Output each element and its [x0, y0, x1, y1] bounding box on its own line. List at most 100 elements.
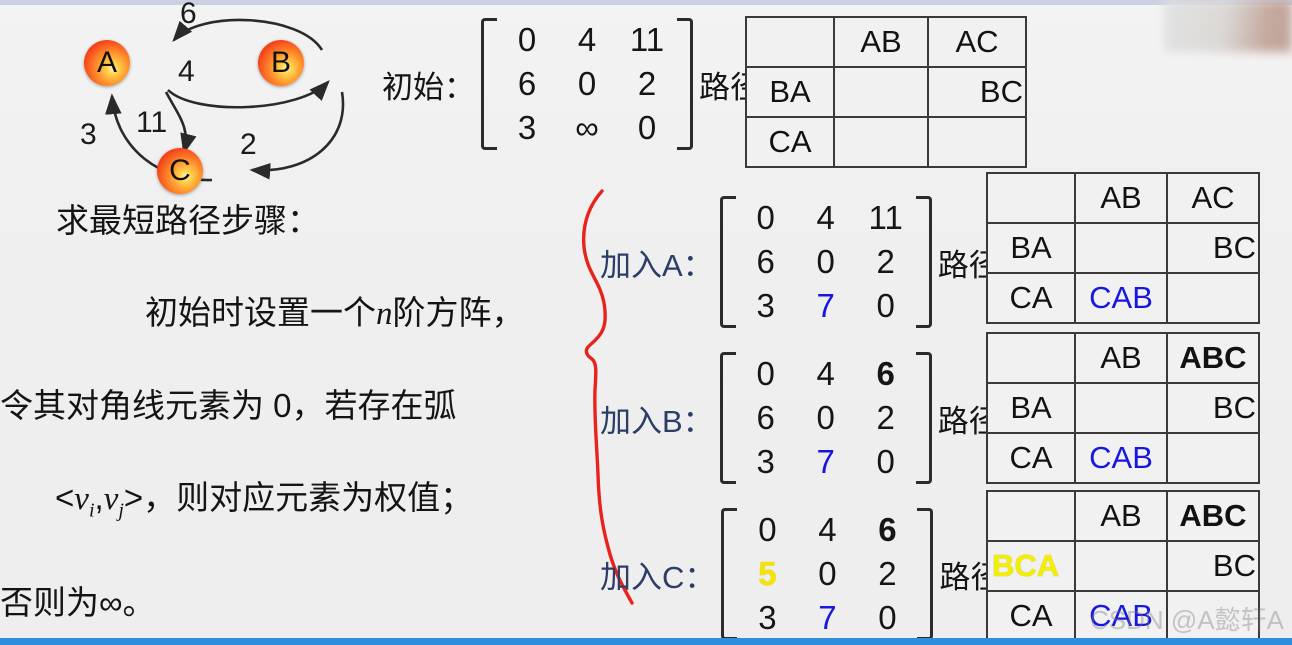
matrix-add-b-grid: 0 4 6 6 0 2 3 7 0 [736, 352, 916, 484]
graph-node-c-label: C [169, 154, 191, 187]
table-corner-cell [986, 490, 1076, 542]
step-row-initial: 初始： 0 4 11 6 0 2 3 ∞ 0 路径： [382, 18, 792, 150]
table-header-ac: AC [927, 16, 1027, 68]
prose-var-n: n [376, 296, 393, 332]
step-row-add-b: 加入B： 0 4 6 6 0 2 3 7 0 路径： [600, 352, 1031, 484]
table-row: CA CAB [986, 432, 1260, 484]
prose-p1-l1-a: 初始时设置一个 [145, 294, 377, 331]
matrix-cell: 3 [756, 443, 775, 480]
slide-canvas: A B C 6 4 11 3 2 求最短路径步骤： 初始时设置一个n阶方阵， 令… [0, 0, 1292, 645]
table-row: AB AC [745, 16, 1027, 68]
table-cell [927, 116, 1027, 168]
matrix-cell: 2 [876, 243, 895, 280]
table-header-ab: AB [833, 16, 929, 68]
matrix-add-b: 0 4 6 6 0 2 3 7 0 [719, 352, 932, 484]
step-label-initial: 初始： [382, 69, 475, 105]
table-row-header-ca: CA [986, 590, 1076, 642]
explanation-text: 求最短路径步骤： 初始时设置一个n阶方阵， 令其对角线元素为 0，若存在弧 <v… [0, 198, 600, 645]
matrix-cell: 0 [637, 109, 657, 146]
matrix-cell: 11 [629, 21, 665, 58]
matrix-cell: 6 [517, 65, 537, 102]
table-row-header-ba: BA [986, 382, 1076, 434]
bracket-right [917, 508, 934, 640]
prose-p1-l3-post: >，则对应元素为权值； [123, 479, 474, 516]
bottom-progress-bar [0, 638, 1292, 645]
matrix-cell: 3 [758, 599, 777, 636]
prose-angle-open: < [55, 479, 75, 516]
directed-graph: A B C 6 4 11 3 2 [60, 0, 360, 215]
prose-p1-l2: 令其对角线元素为 0，若存在弧 [0, 387, 457, 424]
table-cell-bc: BC [927, 66, 1027, 118]
step-row-add-c: 加入C： 0 4 6 5 0 2 3 7 0 路径： [600, 508, 1032, 640]
matrix-cell: 0 [878, 599, 897, 636]
table-cell [1166, 432, 1260, 484]
table-row-header-ca: CA [986, 272, 1076, 324]
matrix-cell: 3 [517, 109, 537, 146]
matrix-cell: 0 [758, 511, 777, 548]
table-row: BA BC [986, 382, 1260, 434]
matrix-cell: 4 [816, 355, 835, 392]
table-cell [833, 66, 929, 118]
graph-edges [105, 18, 345, 182]
matrix-cell: 0 [816, 243, 835, 280]
path-table-add-a: AB AC BA BC CA CAB [986, 172, 1260, 324]
prose-var-vj: v [103, 481, 119, 517]
table-cell-cab: CAB [1074, 272, 1168, 324]
table-row: BA BC [986, 222, 1260, 274]
table-cell-bc: BC [1166, 382, 1260, 434]
matrix-cell: 0 [818, 555, 837, 592]
graph-node-b-label: B [270, 46, 291, 79]
table-row-header-ca: CA [986, 432, 1076, 484]
table-cell-bc: BC [1166, 222, 1260, 274]
table-header-ab: AB [1074, 332, 1168, 384]
graph-node-a: A [84, 40, 130, 86]
table-cell-cab: CAB [1074, 432, 1168, 484]
step-row-add-a: 加入A： 0 4 11 6 0 2 3 7 0 路径： [600, 196, 1031, 328]
matrix-cell: 0 [816, 399, 835, 436]
graph-node-a-label: A [96, 46, 117, 79]
matrix-cell-updated: 6 [876, 355, 895, 392]
matrix-cell-updated: 7 [818, 599, 837, 636]
matrix-add-c-grid: 0 4 6 5 0 2 3 7 0 [737, 508, 917, 640]
matrix-initial-grid: 0 4 11 6 0 2 3 ∞ 0 [497, 18, 677, 150]
table-corner-cell [745, 16, 835, 68]
table-cell [833, 116, 929, 168]
table-row: BCA BC [986, 540, 1260, 592]
path-table-add-b: AB ABC BA BC CA CAB [986, 332, 1260, 484]
matrix-cell: 11 [868, 199, 903, 236]
matrix-cell: 6 [756, 399, 775, 436]
table-row: AB ABC [986, 332, 1260, 384]
prose-var-comma: , [94, 479, 104, 516]
table-corner-cell [986, 172, 1076, 224]
blurred-thumbnail-region [1164, 0, 1292, 52]
prose-p1-l3: <vi,vj>，则对应元素为权值； [0, 429, 600, 580]
matrix-cell: ∞ [575, 109, 599, 146]
edge-weight-ca: 3 [80, 118, 97, 151]
table-row: CA CAB [986, 590, 1260, 642]
table-cell [1074, 382, 1168, 434]
matrix-cell: 3 [756, 287, 775, 324]
matrix-cell: 4 [577, 21, 597, 58]
matrix-cell: 0 [517, 21, 537, 58]
step-label-add-a: 加入A： [600, 247, 714, 283]
matrix-cell: 0 [577, 65, 597, 102]
edge-weight-bc: 2 [240, 128, 257, 161]
prose-p1-l1-b: 阶方阵， [392, 294, 525, 331]
matrix-cell-updated: 7 [816, 287, 835, 324]
matrix-cell: 2 [878, 555, 897, 592]
bracket-left [721, 508, 738, 640]
table-row-header-ca: CA [745, 116, 835, 168]
bracket-left [719, 196, 736, 328]
table-cell-bc: BC [1166, 540, 1260, 592]
table-row: CA [745, 116, 1027, 168]
edge-weight-ac: 11 [136, 106, 168, 139]
matrix-cell: 6 [756, 243, 775, 280]
table-cell [1074, 540, 1168, 592]
matrix-add-a: 0 4 11 6 0 2 3 7 0 [719, 196, 932, 328]
matrix-cell-updated: 6 [878, 511, 897, 548]
matrix-cell: 4 [818, 511, 837, 548]
matrix-add-c: 0 4 6 5 0 2 3 7 0 [721, 508, 934, 640]
matrix-cell: 0 [876, 443, 895, 480]
bracket-right [677, 18, 693, 150]
edge-weight-ba: 6 [180, 0, 197, 30]
